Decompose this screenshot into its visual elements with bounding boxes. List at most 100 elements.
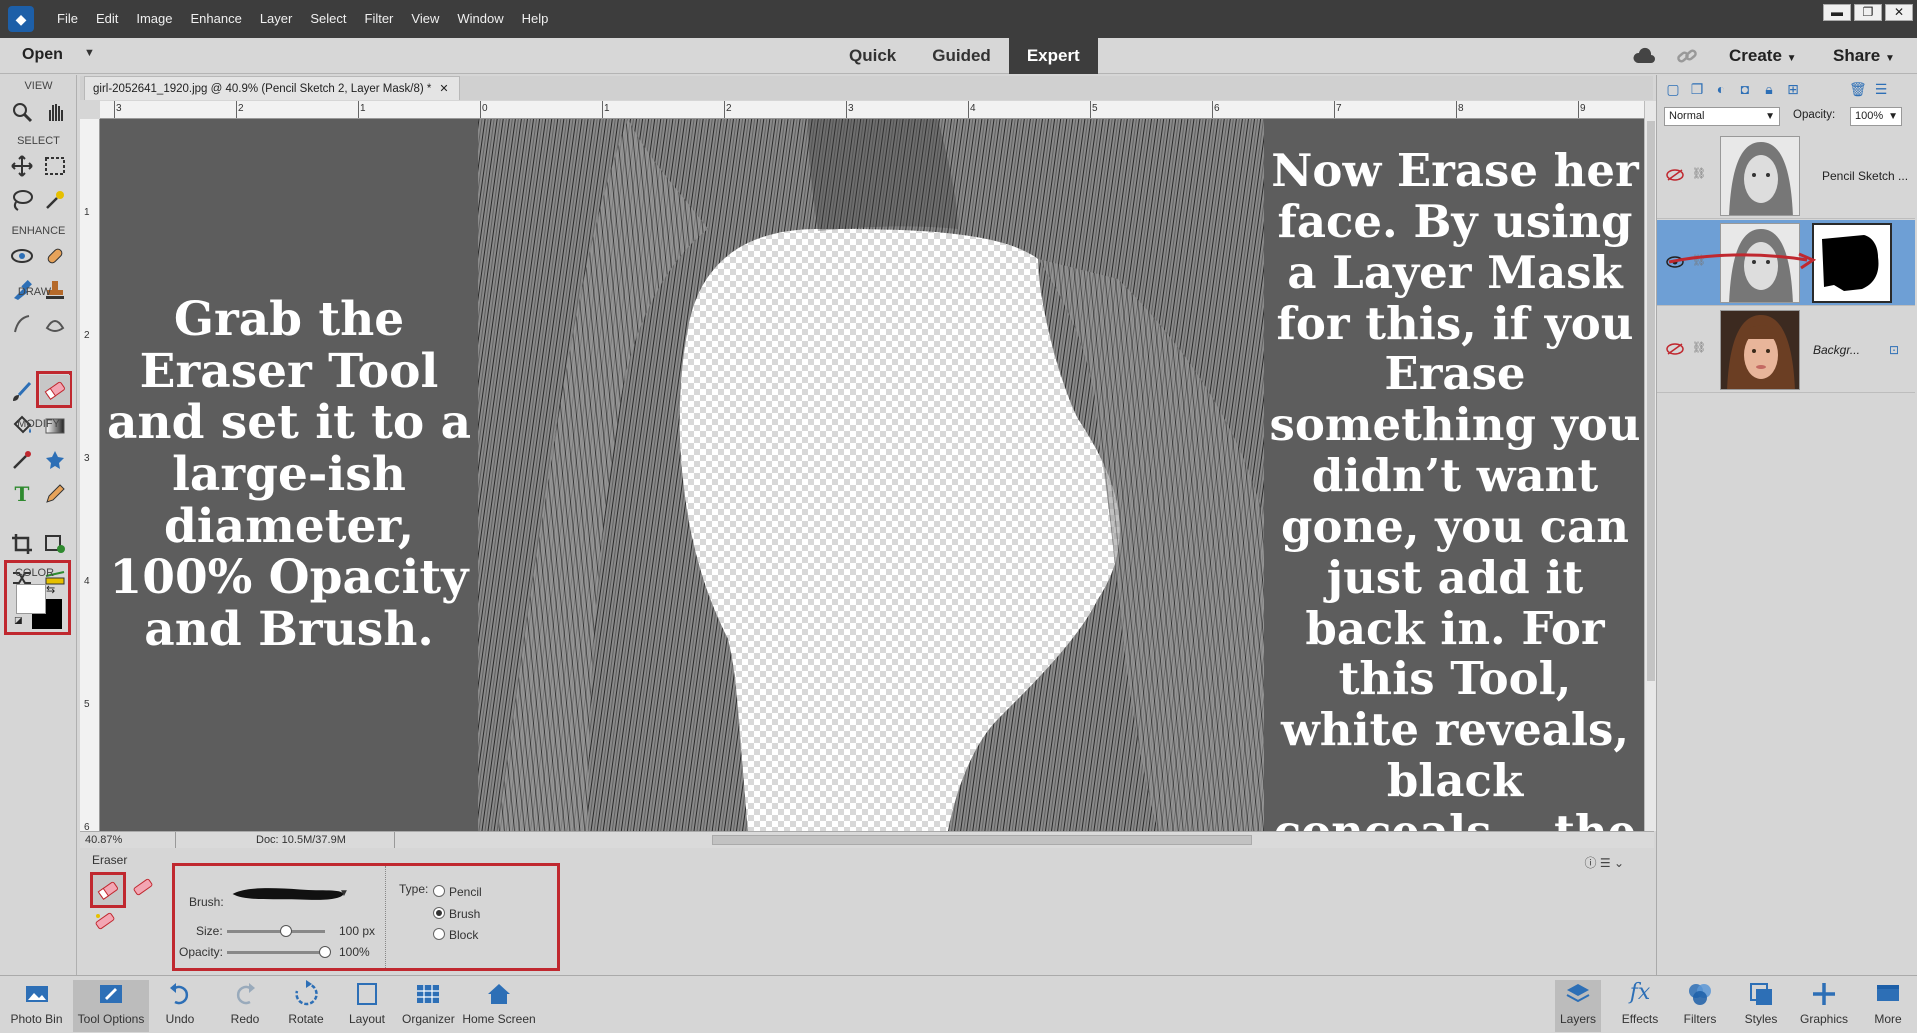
undo-button[interactable]: Undo (159, 980, 201, 1032)
brush-picker-chevron-icon[interactable]: ▼ (339, 888, 349, 899)
magic-eraser-icon[interactable] (94, 912, 116, 930)
home-screen-button[interactable]: Home Screen (460, 980, 538, 1032)
tab-guided[interactable]: Guided (914, 38, 1009, 74)
create-button[interactable]: Create ▼ (1729, 46, 1797, 66)
cloud-icon[interactable] (1632, 47, 1656, 65)
brush-preview[interactable] (221, 884, 356, 904)
close-icon[interactable]: ✕ (439, 83, 448, 95)
hidden-eye-icon[interactable] (1666, 343, 1684, 355)
menu-help[interactable]: Help (513, 0, 558, 38)
share-button[interactable]: Share ▼ (1833, 46, 1895, 66)
type-pencil-radio[interactable] (433, 885, 445, 897)
sponge-tool-icon[interactable] (40, 309, 70, 339)
menu-file[interactable]: File (48, 0, 87, 38)
blur-tool-icon[interactable] (7, 309, 37, 339)
lock-icon[interactable]: 🔒︎ (1761, 81, 1777, 97)
document-tab[interactable]: girl-2052641_1920.jpg @ 40.9% (Pencil Sk… (84, 76, 460, 100)
open-button[interactable]: Open (22, 46, 63, 64)
link-icon[interactable]: ⛓ (1692, 167, 1706, 180)
zoom-tool-icon[interactable] (7, 97, 37, 127)
panel-menu-icon[interactable]: ☰ (1873, 81, 1889, 97)
restore-icon[interactable]: ❐ (1854, 4, 1882, 21)
custom-shape-icon[interactable] (40, 445, 70, 475)
recompose-tool-icon[interactable] (40, 529, 70, 559)
swap-colors-icon[interactable]: ⇆ (46, 583, 55, 596)
vertical-scrollbar[interactable] (1644, 101, 1656, 831)
menu-window[interactable]: Window (448, 0, 512, 38)
redo-button[interactable]: Redo (224, 980, 266, 1032)
magic-wand-icon[interactable] (40, 185, 70, 215)
blend-mode-select[interactable]: Normal ▼ (1664, 107, 1780, 126)
foreground-color-swatch[interactable] (16, 584, 46, 614)
layout-button[interactable]: Layout (344, 980, 390, 1032)
type-brush-radio[interactable] (433, 907, 445, 919)
marquee-tool-icon[interactable] (40, 151, 70, 181)
type-tool-icon[interactable]: T (7, 479, 37, 509)
minimize-icon[interactable]: ▬ (1823, 4, 1851, 21)
eraser-tool-icon[interactable] (40, 375, 70, 405)
chevron-down-icon[interactable]: ▼ (84, 47, 95, 59)
lock-all-icon[interactable]: ⊞ (1785, 81, 1801, 97)
graphics-button[interactable]: Graphics (1797, 980, 1851, 1032)
tool-options-button[interactable]: Tool Options (73, 980, 149, 1032)
help-icon[interactable]: ⓘ ☰ ⌄ (1585, 854, 1624, 871)
opacity-slider-track[interactable] (227, 951, 325, 954)
menu-image[interactable]: Image (127, 0, 181, 38)
link-icon[interactable] (1676, 46, 1698, 66)
menu-filter[interactable]: Filter (356, 0, 403, 38)
layer-row-pencil-sketch[interactable]: ⛓ Pencil Sketch ... (1657, 133, 1915, 219)
horizontal-scrollbar-thumb[interactable] (712, 835, 1252, 845)
opacity-slider-thumb[interactable] (319, 946, 331, 958)
canvas[interactable]: Grab the Eraser Tool and set it to a lar… (100, 119, 1644, 831)
adjustment-layer-icon[interactable]: ◐ (1713, 81, 1729, 97)
layer-mask-thumbnail[interactable] (1812, 223, 1892, 303)
layer-row-background[interactable]: ⛓ Backgr... ⊡ (1657, 307, 1915, 393)
add-mask-icon[interactable]: ◘ (1737, 81, 1753, 97)
effects-button[interactable]: fx Effects (1617, 980, 1663, 1032)
default-colors-icon[interactable]: ◪ (14, 615, 23, 626)
menu-enhance[interactable]: Enhance (182, 0, 251, 38)
move-tool-icon[interactable] (7, 151, 37, 181)
pencil-tool-icon[interactable] (40, 479, 70, 509)
type-block-radio[interactable] (433, 928, 445, 940)
styles-button[interactable]: Styles (1739, 980, 1783, 1032)
spot-healing-icon[interactable] (40, 241, 70, 271)
size-slider-track[interactable] (227, 930, 325, 933)
background-eraser-icon[interactable] (132, 878, 154, 896)
hidden-eye-icon[interactable] (1666, 169, 1684, 181)
new-layer-icon[interactable]: ▢ (1665, 81, 1681, 97)
layer-opacity-input[interactable]: 100% ▼ (1850, 107, 1902, 126)
crop-tool-icon[interactable] (7, 529, 37, 559)
menu-layer[interactable]: Layer (251, 0, 302, 38)
menu-view[interactable]: View (402, 0, 448, 38)
size-slider-thumb[interactable] (279, 925, 292, 937)
brush-tool-icon[interactable] (7, 377, 37, 407)
scrollbar-thumb[interactable] (1647, 121, 1655, 681)
link-icon[interactable]: ⛓ (1692, 341, 1706, 354)
hand-tool-icon[interactable] (40, 97, 70, 127)
photo-area[interactable] (478, 119, 1264, 831)
close-icon[interactable]: ✕ (1885, 4, 1913, 21)
eyedropper-icon[interactable] (7, 445, 37, 475)
menu-select[interactable]: Select (301, 0, 355, 38)
divider (385, 866, 386, 968)
layers-button[interactable]: Layers (1555, 980, 1601, 1032)
organizer-button[interactable]: Organizer (402, 980, 455, 1032)
layer-row-pencil-sketch-2[interactable]: ⛓ (1657, 220, 1915, 306)
filters-button[interactable]: Filters (1677, 980, 1723, 1032)
tab-expert[interactable]: Expert (1008, 38, 1098, 74)
ruler-tick-label: 2 (726, 103, 732, 114)
lasso-tool-icon[interactable] (7, 185, 37, 215)
eraser-variant-button[interactable] (90, 872, 126, 908)
menu-edit[interactable]: Edit (87, 0, 127, 38)
trash-icon[interactable]: 🗑︎ (1849, 81, 1867, 97)
new-group-icon[interactable]: ❐ (1689, 81, 1705, 97)
lock-icon[interactable]: ⊡ (1889, 343, 1899, 357)
pencil-sketch-hair-image (478, 119, 1264, 831)
photo-bin-button[interactable]: Photo Bin (0, 980, 73, 1032)
rotate-button[interactable]: Rotate (283, 980, 329, 1032)
tab-quick[interactable]: Quick (831, 38, 914, 74)
red-eye-tool-icon[interactable] (7, 241, 37, 271)
more-button[interactable]: More (1866, 980, 1910, 1032)
tool-options-panel: Eraser Brush: ▼ Size: 100 px Opacity: 10… (80, 848, 1654, 976)
